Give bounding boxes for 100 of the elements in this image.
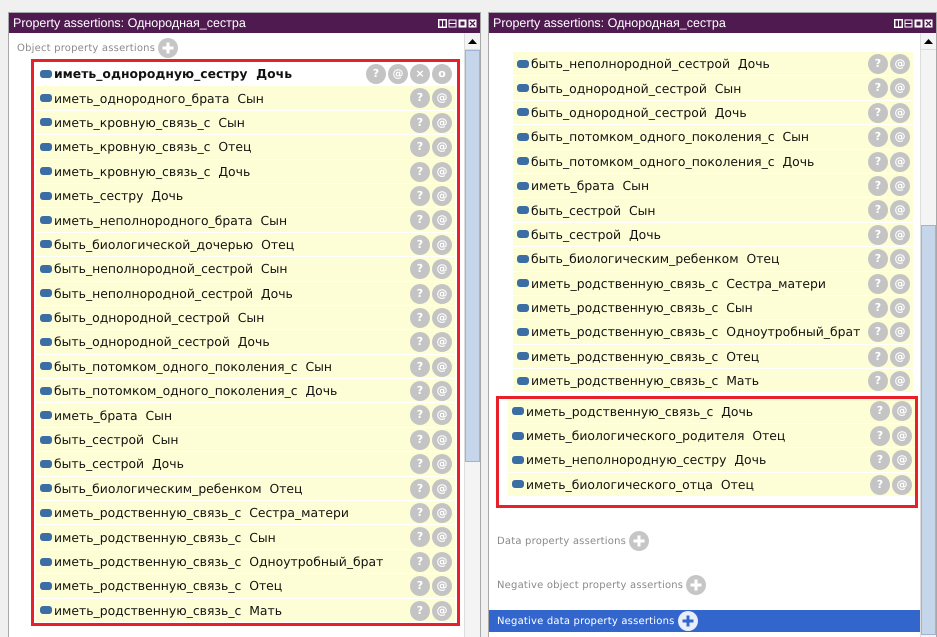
action-button[interactable]: ? bbox=[410, 552, 430, 572]
action-button[interactable]: ? bbox=[870, 474, 890, 495]
assertion-row[interactable]: быть_потомком_одного_поколения_с Сын ? @ bbox=[36, 354, 455, 378]
assertion-row[interactable]: иметь_родственную_связь_с Отец ? @ bbox=[513, 344, 913, 368]
assertion-row[interactable]: быть_неполнородной_сестрой Сын ? @ bbox=[36, 257, 455, 281]
scroll-thumb[interactable] bbox=[465, 50, 480, 462]
action-button[interactable]: ? bbox=[410, 308, 430, 328]
action-button[interactable]: @ bbox=[892, 450, 912, 470]
action-button[interactable]: @ bbox=[432, 137, 452, 158]
section-label[interactable]: Negative object property assertions bbox=[497, 580, 684, 591]
assertion-row[interactable]: иметь_родственную_связь_с Сын ? @ bbox=[36, 525, 455, 549]
assertion-row[interactable]: быть_однородной_сестрой Сын ? @ bbox=[36, 306, 455, 330]
section-label[interactable]: Object property assertions bbox=[17, 42, 156, 54]
action-button[interactable]: @ bbox=[890, 224, 910, 245]
action-button[interactable]: @ bbox=[432, 162, 452, 182]
action-button[interactable]: ? bbox=[868, 127, 888, 148]
action-button[interactable]: ? bbox=[410, 503, 430, 524]
action-button[interactable]: ? bbox=[410, 430, 430, 450]
assertion-row[interactable]: иметь_кровную_связь_с Сын ? @ bbox=[36, 110, 455, 134]
action-button[interactable]: @ bbox=[890, 54, 910, 74]
assertion-row[interactable]: иметь_родственную_связь_с Одноутробный_брат ? @ bbox=[513, 320, 913, 344]
action-button[interactable]: ? bbox=[868, 102, 888, 123]
action-button[interactable]: @ bbox=[890, 102, 910, 123]
action-button[interactable]: ? bbox=[410, 210, 430, 230]
assertion-row[interactable]: быть_сестрой Сын ? @ bbox=[36, 428, 455, 452]
action-button[interactable]: @ bbox=[890, 249, 910, 270]
action-button[interactable]: @ bbox=[890, 322, 910, 342]
action-button[interactable]: ? bbox=[868, 78, 888, 98]
assertion-row[interactable]: быть_сестрой Сын ? @ bbox=[513, 198, 913, 222]
assertion-row[interactable]: иметь_биологического_родителя Отец ? @ bbox=[508, 424, 915, 448]
assertion-row[interactable]: быть_биологическим_ребенком Отец ? @ bbox=[36, 476, 455, 500]
assertion-row[interactable]: быть_сестрой Дочь ? @ bbox=[36, 452, 455, 476]
action-button[interactable]: ? bbox=[410, 332, 430, 352]
action-button[interactable]: @ bbox=[890, 127, 910, 148]
scrollbar[interactable] bbox=[464, 33, 480, 637]
assertion-row[interactable]: иметь_родственную_связь_с Отец ? @ bbox=[36, 574, 455, 598]
action-button[interactable]: ? bbox=[410, 381, 430, 402]
close-icon[interactable] bbox=[924, 18, 933, 28]
action-button[interactable]: @ bbox=[432, 600, 452, 621]
assertion-row[interactable]: иметь_кровную_связь_с Дочь ? @ bbox=[36, 160, 455, 183]
action-button[interactable]: ? bbox=[366, 64, 386, 84]
action-button[interactable]: @ bbox=[432, 259, 452, 280]
assertion-row[interactable]: быть_потомком_одного_поколения_с Дочь ? @ bbox=[513, 150, 913, 173]
action-button[interactable]: @ bbox=[432, 576, 452, 596]
action-button[interactable]: ? bbox=[410, 162, 430, 182]
assertion-row[interactable]: иметь_родственную_связь_с Дочь ? @ bbox=[508, 399, 915, 423]
action-button[interactable]: @ bbox=[432, 503, 452, 524]
action-button[interactable]: @ bbox=[432, 405, 452, 426]
assertion-row[interactable]: иметь_родственную_связь_с Мать ? @ bbox=[36, 598, 455, 622]
action-button[interactable]: @ bbox=[432, 234, 452, 255]
assertion-row[interactable]: быть_однородной_сестрой Дочь ? @ bbox=[36, 330, 455, 354]
action-button[interactable]: ? bbox=[410, 527, 430, 548]
action-button[interactable]: ? bbox=[870, 401, 890, 422]
action-button[interactable]: @ bbox=[890, 176, 910, 196]
action-button[interactable]: ? bbox=[868, 346, 888, 367]
action-button[interactable]: ? bbox=[410, 284, 430, 304]
scroll-thumb[interactable] bbox=[921, 225, 936, 635]
action-button[interactable]: @ bbox=[432, 356, 452, 377]
assertion-row[interactable]: иметь_родственную_связь_с Одноутробный_брат ? @ bbox=[36, 550, 455, 574]
action-button[interactable]: @ bbox=[890, 78, 910, 98]
assertion-row[interactable]: иметь_брата Сын ? @ bbox=[513, 174, 913, 198]
action-button[interactable]: @ bbox=[890, 200, 910, 220]
action-button[interactable]: @ bbox=[432, 332, 452, 352]
split-vertical-icon[interactable] bbox=[894, 18, 903, 28]
close-icon[interactable] bbox=[468, 18, 477, 28]
action-button[interactable]: @ bbox=[432, 552, 452, 572]
action-button[interactable]: ? bbox=[870, 426, 890, 446]
action-button[interactable]: @ bbox=[892, 474, 912, 495]
action-button[interactable]: ? bbox=[410, 576, 430, 596]
assertion-row[interactable]: быть_однородной_сестрой Сын ? @ bbox=[513, 76, 913, 100]
maximize-icon[interactable] bbox=[458, 18, 467, 28]
action-button[interactable]: × bbox=[410, 64, 430, 84]
action-button[interactable]: @ bbox=[432, 454, 452, 474]
action-button[interactable]: @ bbox=[892, 426, 912, 446]
action-button[interactable]: ? bbox=[868, 176, 888, 196]
scroll-up-icon[interactable] bbox=[924, 38, 933, 44]
section-label[interactable]: Negative data property assertions bbox=[497, 616, 675, 627]
action-button[interactable]: @ bbox=[388, 64, 408, 84]
action-button[interactable]: ? bbox=[410, 186, 430, 206]
action-button[interactable]: ? bbox=[868, 371, 888, 392]
action-button[interactable]: ? bbox=[410, 356, 430, 377]
assertion-row[interactable]: иметь_родственную_связь_с Мать ? @ bbox=[513, 369, 913, 392]
scrollbar[interactable] bbox=[920, 33, 936, 637]
action-button[interactable]: @ bbox=[890, 298, 910, 318]
action-button[interactable]: @ bbox=[890, 274, 910, 294]
action-button[interactable]: ? bbox=[410, 600, 430, 621]
section-label[interactable]: Data property assertions bbox=[497, 536, 626, 547]
action-button[interactable]: ? bbox=[410, 454, 430, 474]
assertion-row[interactable]: иметь_однородного_брата Сын ? @ bbox=[36, 86, 455, 110]
action-button[interactable]: ? bbox=[868, 54, 888, 74]
action-button[interactable]: @ bbox=[432, 478, 452, 499]
action-button[interactable]: ? bbox=[870, 450, 890, 470]
action-button[interactable]: ? bbox=[410, 137, 430, 158]
assertion-row[interactable]: быть_потомком_одного_поколения_с Дочь ? @ bbox=[36, 379, 455, 402]
action-button[interactable]: @ bbox=[432, 527, 452, 548]
action-button[interactable]: ? bbox=[868, 200, 888, 220]
assertion-row[interactable]: быть_потомком_одного_поколения_с Сын ? @ bbox=[513, 125, 913, 149]
maximize-icon[interactable] bbox=[914, 18, 923, 28]
action-button[interactable]: o bbox=[432, 64, 452, 84]
assertion-row[interactable]: быть_однородной_сестрой Дочь ? @ bbox=[513, 100, 913, 124]
